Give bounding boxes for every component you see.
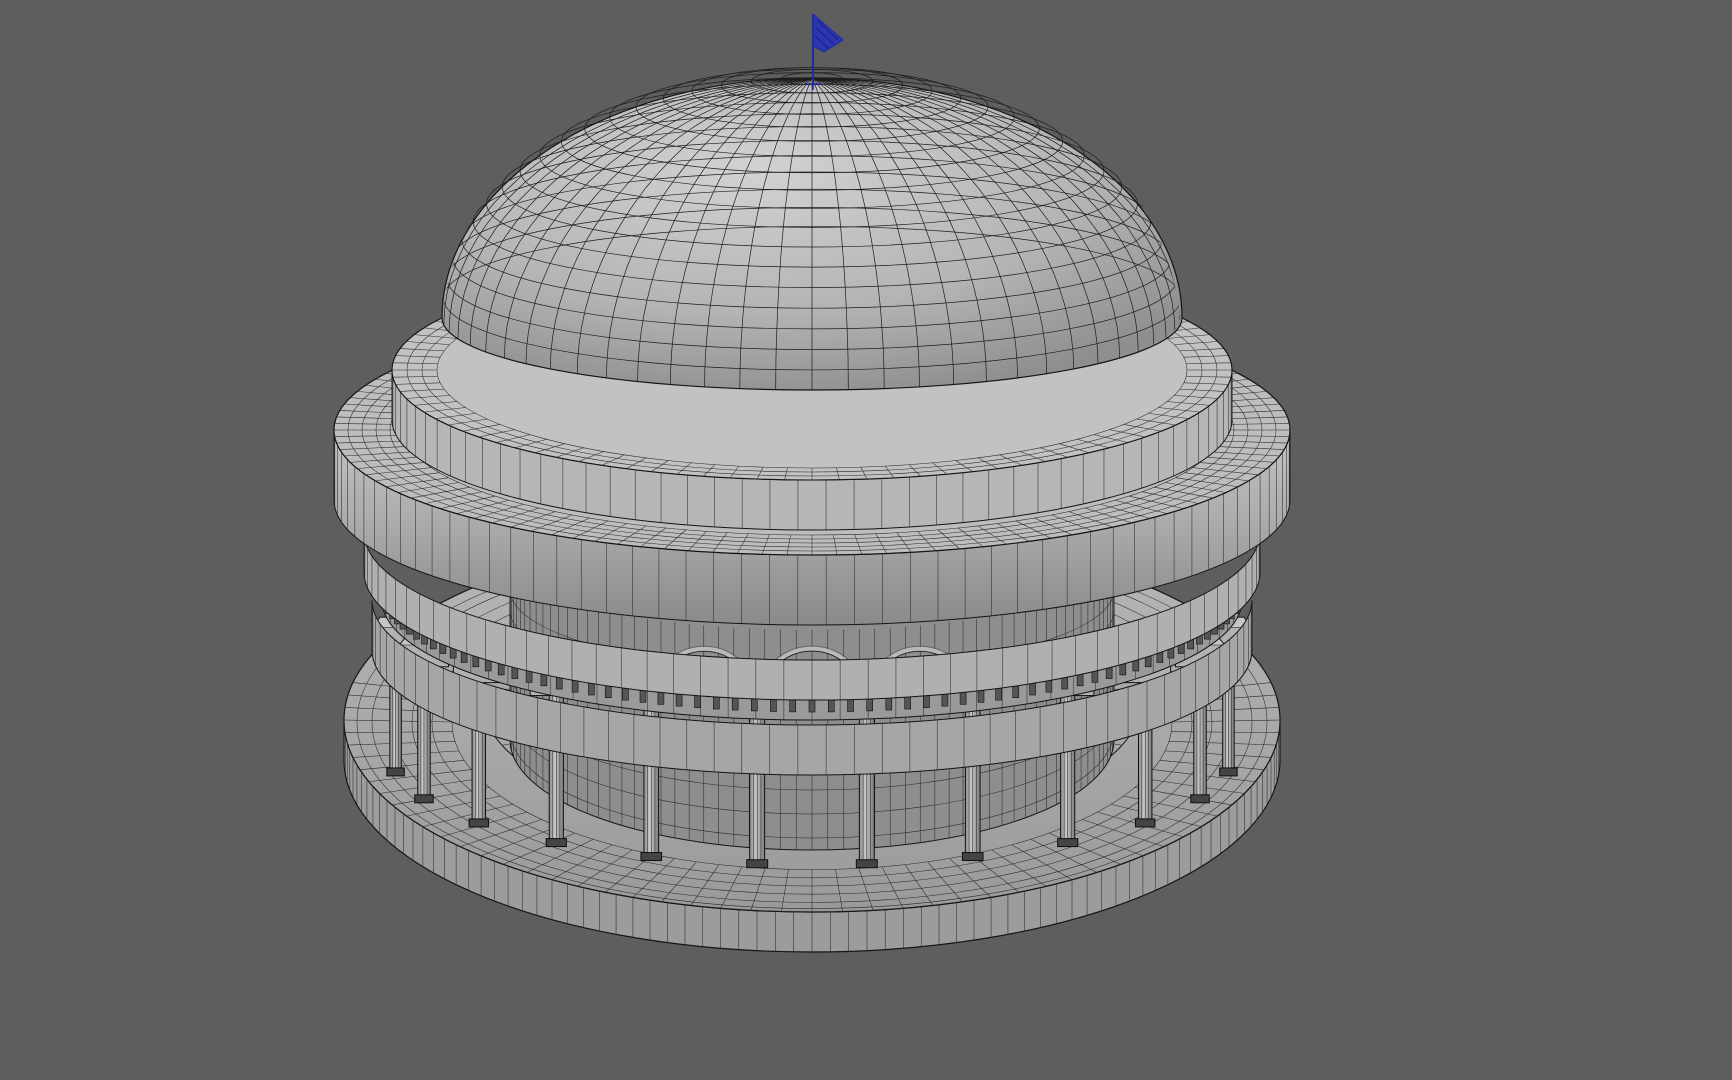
column-base [468, 818, 490, 828]
column-base [855, 859, 878, 869]
column-base [1190, 794, 1210, 804]
column-base [1057, 838, 1079, 848]
dome [441, 67, 1183, 391]
column-base [386, 767, 405, 777]
viewport-canvas[interactable] [0, 0, 1732, 1080]
column-base [1219, 767, 1238, 777]
column-base [545, 838, 567, 848]
column-base [961, 852, 984, 862]
column-base [746, 859, 769, 869]
column-base [640, 852, 663, 862]
column-base [414, 794, 434, 804]
column-base [1134, 818, 1156, 828]
3d-viewport[interactable] [0, 0, 1732, 1080]
